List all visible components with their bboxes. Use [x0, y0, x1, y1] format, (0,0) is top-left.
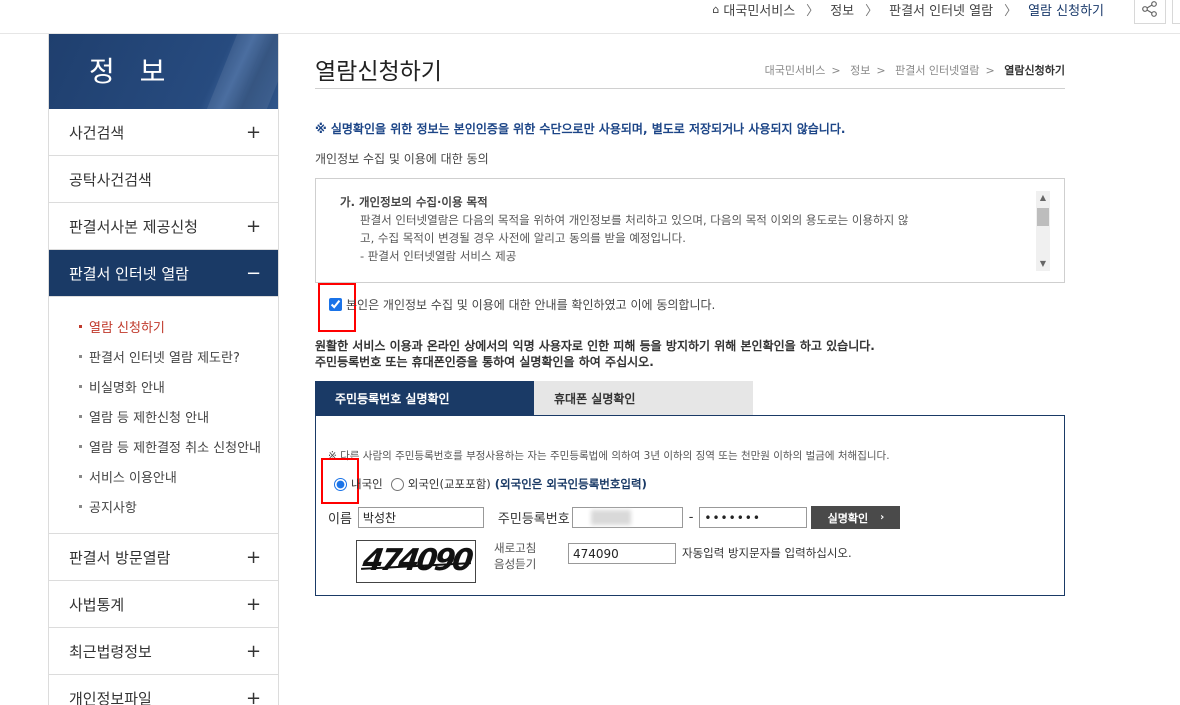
radio-foreign[interactable] [390, 477, 404, 491]
verify-button[interactable]: 실명확인 › [811, 506, 901, 529]
print-button[interactable] [1172, 0, 1180, 24]
sidebar-item-case-search[interactable]: 사건검색 + [49, 109, 278, 156]
agreement-text: 고, 수집 목적이 변경될 경우 사전에 알리고 동의를 받을 예정입니다. [360, 231, 686, 245]
redacted-area [590, 510, 631, 525]
agreement-text: - 판결서 인터넷열람 서비스 제공 [360, 249, 517, 263]
page-breadcrumb-item[interactable]: 정보 [850, 64, 870, 77]
captcha-text: 474090 [360, 543, 473, 578]
rrn-front-input[interactable] [571, 507, 683, 528]
privacy-notice: ※ 실명확인을 위한 정보는 본인인증을 위한 수단으로만 사용되며, 별도로 … [315, 122, 846, 136]
submenu-item-about[interactable]: 판결서 인터넷 열람 제도란? [79, 341, 278, 371]
rrn-warning: ※ 다른 사람의 주민등록번호를 부정사용하는 자는 주민등록법에 의하여 3년… [328, 450, 890, 462]
chevron-right-icon: 〉 [865, 3, 879, 19]
plus-icon: + [246, 121, 262, 143]
verification-tabs: 주민등록번호 실명확인 휴대폰 실명확인 [315, 381, 753, 415]
page-breadcrumb-current: 열람신청하기 [1004, 64, 1065, 77]
home-icon[interactable]: ⌂ [712, 3, 719, 16]
captcha-audio-link[interactable]: 음성듣기 [494, 556, 536, 572]
agreement-text: 판결서 인터넷열람은 다음의 목적을 위하여 개인정보를 처리하고 있으며, 다… [360, 213, 909, 227]
captcha-input[interactable]: 474090 [568, 543, 676, 564]
share-button[interactable] [1134, 0, 1166, 24]
sidebar: 정 보 사건검색 + 공탁사건검색 판결서사본 제공신청 + 판결서 인터넷 열… [48, 34, 279, 705]
top-breadcrumb: ⌂ 대국민서비스 〉 정보 〉 판결서 인터넷 열람 〉 열람 신청하기 [712, 0, 1104, 19]
chevron-right-icon: 〉 [806, 3, 820, 19]
top-breadcrumb-item[interactable]: 대국민서비스 [723, 0, 795, 19]
captcha-image: 474090 [356, 540, 476, 583]
captcha-help-text: 자동입력 방지문자를 입력하십시오. [682, 546, 852, 560]
page-breadcrumb-item[interactable]: 판결서 인터넷열람 [895, 64, 979, 77]
sidebar-title: 정 보 [89, 55, 174, 88]
sidebar-item-deposit-search[interactable]: 공탁사건검색 [49, 156, 278, 203]
verification-description: 원활한 서비스 이용과 온라인 상에서의 익명 사용자로 인한 피해 등을 방지… [315, 339, 875, 369]
radio-foreign-label: 외국인(교포포함) [407, 477, 491, 491]
agreement-checkbox-label: 본인은 개인정보 수집 및 이용에 대한 안내를 확인하였고 이에 동의합니다. [346, 298, 716, 312]
nationality-radios: 내국인 외국인(교포포함) (외국인은 외국인등록번호입력) [334, 476, 647, 492]
sidebar-item-visit-view[interactable]: 판결서 방문열람 + [49, 534, 278, 581]
page-breadcrumb-item[interactable]: 대국민서비스 [765, 64, 826, 77]
rrn-back-input[interactable]: ••••••• [699, 507, 808, 528]
agreement-textbox[interactable]: 가. 개인정보의 수집·이용 목적 판결서 인터넷열람은 다음의 목적을 위하여… [315, 178, 1065, 283]
name-input[interactable]: 박성찬 [357, 507, 484, 528]
radio-domestic-label: 내국인 [351, 477, 383, 491]
chevron-right-icon: › [880, 512, 885, 523]
top-breadcrumb-current[interactable]: 열람 신청하기 [1028, 0, 1104, 19]
agreement-title: 개인정보 수집 및 이용에 대한 동의 [315, 152, 489, 166]
minus-icon: − [246, 262, 262, 284]
sidebar-item-recent-law[interactable]: 최근법령정보 + [49, 628, 278, 675]
plus-icon: + [246, 640, 262, 662]
radio-foreign-note: (외국인은 외국인등록번호입력) [494, 477, 647, 491]
agreement-scrollbar[interactable]: ▲ ▼ [1036, 191, 1050, 271]
sidebar-item-privacy-file[interactable]: 개인정보파일 + [49, 675, 278, 705]
plus-icon: + [246, 546, 262, 568]
captcha-links: 새로고침 음성듣기 [494, 540, 536, 572]
identity-row: 이름 박성찬 주민등록번호 - ••••••• 실명확인 › [328, 506, 901, 529]
plus-icon: + [246, 687, 262, 705]
top-bar: ⌂ 대국민서비스 〉 정보 〉 판결서 인터넷 열람 〉 열람 신청하기 [0, 0, 1180, 34]
page-title: 열람신청하기 [315, 59, 442, 85]
submenu-item-apply[interactable]: 열람 신청하기 [79, 311, 278, 341]
chevron-right-icon: 〉 [1004, 3, 1018, 19]
page-breadcrumb: 대국민서비스 > 정보 > 판결서 인터넷열람 > 열람신청하기 [764, 64, 1065, 77]
agreement-checkbox[interactable] [329, 298, 342, 311]
sidebar-header: 정 보 [49, 34, 278, 109]
tab-phone-verification[interactable]: 휴대폰 실명확인 [534, 381, 753, 415]
captcha-refresh-link[interactable]: 새로고침 [494, 540, 536, 556]
plus-icon: + [246, 215, 262, 237]
scroll-thumb[interactable] [1037, 208, 1049, 226]
radio-domestic[interactable] [334, 477, 347, 491]
rrn-label: 주민등록번호 [497, 512, 570, 527]
agreement-checkbox-row[interactable]: 본인은 개인정보 수집 및 이용에 대한 안내를 확인하였고 이에 동의합니다. [329, 296, 715, 313]
submenu-item-anonymization[interactable]: 비실명화 안내 [79, 371, 278, 401]
scroll-up-icon[interactable]: ▲ [1036, 191, 1050, 205]
agreement-heading: 가. 개인정보의 수집·이용 목적 [340, 195, 488, 209]
submenu-item-restriction-cancel[interactable]: 열람 등 제한결정 취소 신청안내 [79, 431, 278, 461]
sidebar-item-judgment-copy[interactable]: 판결서사본 제공신청 + [49, 203, 278, 250]
submenu-item-guide[interactable]: 서비스 이용안내 [79, 461, 278, 491]
sidebar-submenu: 열람 신청하기 판결서 인터넷 열람 제도란? 비실명화 안내 열람 등 제한신… [49, 297, 278, 534]
sidebar-item-statistics[interactable]: 사법통계 + [49, 581, 278, 628]
submenu-item-notice[interactable]: 공지사항 [79, 491, 278, 521]
verification-panel: ※ 다른 사람의 주민등록번호를 부정사용하는 자는 주민등록법에 의하여 3년… [315, 415, 1065, 596]
submenu-item-restriction[interactable]: 열람 등 제한신청 안내 [79, 401, 278, 431]
tab-rrn-verification[interactable]: 주민등록번호 실명확인 [315, 381, 534, 415]
share-icon [1142, 1, 1157, 17]
top-breadcrumb-item[interactable]: 판결서 인터넷 열람 [889, 0, 993, 19]
top-breadcrumb-item[interactable]: 정보 [830, 0, 854, 19]
title-divider [315, 88, 1065, 89]
scroll-down-icon[interactable]: ▼ [1036, 257, 1050, 271]
sidebar-item-judgment-online[interactable]: 판결서 인터넷 열람 − [49, 250, 278, 297]
rrn-dash: - [688, 510, 694, 525]
plus-icon: + [246, 593, 262, 615]
name-label: 이름 [328, 512, 352, 527]
